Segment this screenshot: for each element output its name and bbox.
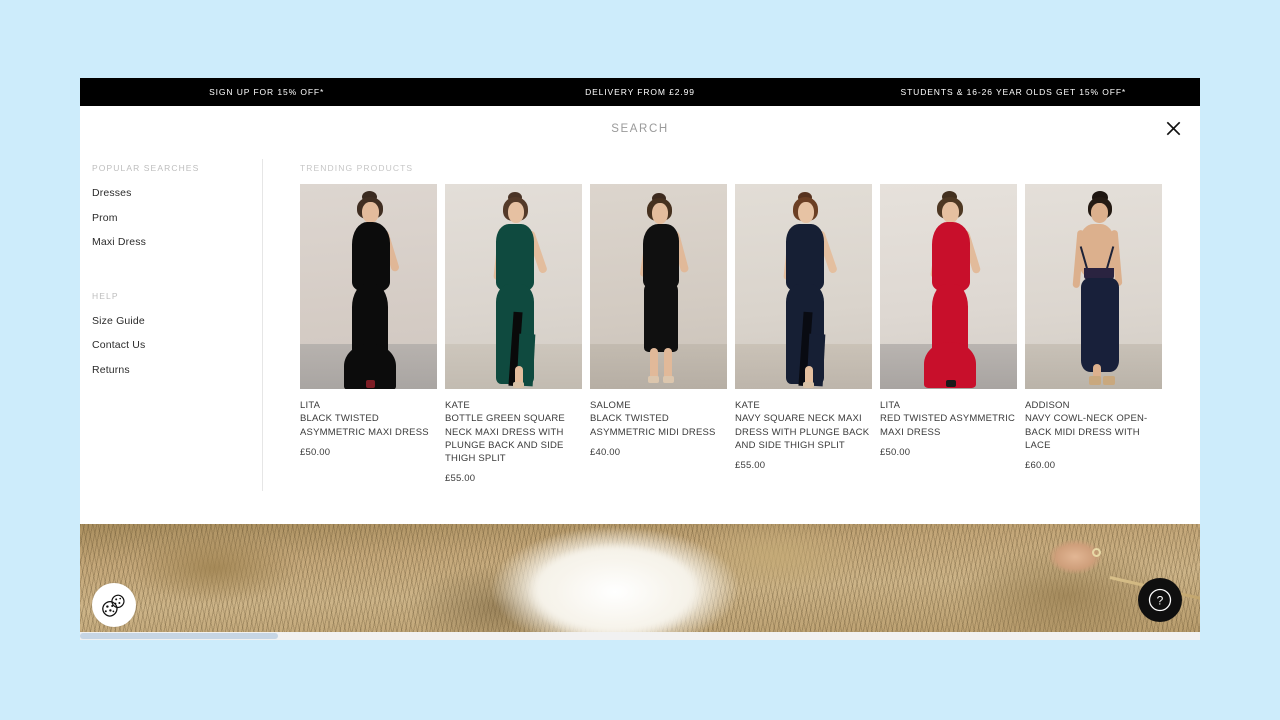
product-image[interactable]: [300, 184, 437, 389]
help-button[interactable]: ?: [1138, 578, 1182, 622]
product-brand: ADDISON: [1025, 400, 1070, 411]
product-card[interactable]: KATE NAVY SQUARE NECK MAXI DRESS WITH PL…: [735, 184, 872, 484]
close-search-button[interactable]: [1156, 112, 1190, 146]
product-price: £50.00: [300, 446, 331, 458]
promo-item-delivery[interactable]: DELIVERY FROM £2.99: [453, 87, 826, 97]
hero-ring: [1092, 548, 1101, 557]
sidebar-item-size-guide[interactable]: Size Guide: [92, 315, 262, 327]
product-image[interactable]: [590, 184, 727, 389]
horizontal-scrollbar-thumb[interactable]: [80, 633, 278, 639]
product-image[interactable]: [445, 184, 582, 389]
popular-searches-heading: POPULAR SEARCHES: [92, 163, 200, 173]
hero-hand: [1035, 532, 1115, 587]
help-heading: HELP: [92, 290, 119, 301]
sidebar-item-maxi-dress[interactable]: Maxi Dress: [92, 236, 262, 248]
question-mark-icon: ?: [1148, 588, 1172, 612]
search-overlay-panel: POPULAR SEARCHES Dresses Prom Maxi Dress…: [80, 151, 1200, 524]
product-brand: SALOME: [590, 400, 631, 411]
product-price: £60.00: [1025, 460, 1056, 472]
product-card[interactable]: LITA RED TWISTED ASYMMETRIC MAXI DRESS £…: [880, 184, 1017, 484]
svg-text:?: ?: [1157, 594, 1164, 608]
product-card[interactable]: SALOME BLACK TWISTED ASYMMETRIC MIDI DRE…: [590, 184, 727, 484]
hero-video[interactable]: [80, 524, 1200, 634]
product-title: RED TWISTED ASYMMETRIC MAXI DRESS: [880, 413, 1016, 438]
product-title: BLACK TWISTED ASYMMETRIC MIDI DRESS: [590, 413, 716, 438]
horizontal-scrollbar-track[interactable]: [80, 632, 1200, 640]
product-card[interactable]: ADDISON NAVY COWL-NECK OPEN-BACK MIDI DR…: [1025, 184, 1162, 484]
product-title: BOTTLE GREEN SQUARE NECK MAXI DRESS WITH…: [445, 413, 565, 465]
product-image[interactable]: [735, 184, 872, 389]
product-price: £55.00: [735, 460, 766, 472]
close-icon: [1166, 121, 1180, 136]
product-card[interactable]: KATE BOTTLE GREEN SQUARE NECK MAXI DRESS…: [445, 184, 582, 484]
product-brand: LITA: [880, 400, 901, 411]
product-price: £40.00: [590, 446, 621, 458]
search-input[interactable]: [430, 122, 850, 135]
promo-banner: SIGN UP FOR 15% OFF* DELIVERY FROM £2.99…: [80, 78, 1200, 106]
product-card[interactable]: LITA BLACK TWISTED ASYMMETRIC MAXI DRESS…: [300, 184, 437, 484]
cookie-settings-button[interactable]: [92, 583, 136, 627]
trending-products-heading: TRENDING PRODUCTS: [300, 163, 414, 173]
product-price: £50.00: [880, 446, 911, 458]
sidebar-item-returns[interactable]: Returns: [92, 364, 262, 376]
search-header: [80, 106, 1200, 151]
product-image[interactable]: [1025, 184, 1162, 389]
product-title: NAVY SQUARE NECK MAXI DRESS WITH PLUNGE …: [735, 413, 870, 451]
sidebar-item-dresses[interactable]: Dresses: [92, 187, 262, 199]
product-brand: KATE: [735, 400, 760, 411]
cookie-icon: [102, 594, 125, 617]
product-title: BLACK TWISTED ASYMMETRIC MAXI DRESS: [300, 413, 429, 438]
product-price: £55.00: [445, 473, 476, 485]
promo-item-signup[interactable]: SIGN UP FOR 15% OFF*: [80, 87, 453, 97]
product-image[interactable]: [880, 184, 1017, 389]
sidebar-item-contact-us[interactable]: Contact Us: [92, 339, 262, 351]
search-sidebar: POPULAR SEARCHES Dresses Prom Maxi Dress…: [80, 159, 263, 491]
promo-item-students[interactable]: STUDENTS & 16-26 YEAR OLDS GET 15% OFF*: [827, 87, 1200, 97]
browser-viewport: SIGN UP FOR 15% OFF* DELIVERY FROM £2.99…: [80, 78, 1200, 640]
hero-dress-highlight: [510, 532, 720, 634]
sidebar-item-prom[interactable]: Prom: [92, 212, 262, 224]
product-brand: LITA: [300, 400, 321, 411]
product-brand: KATE: [445, 400, 470, 411]
product-title: NAVY COWL-NECK OPEN-BACK MIDI DRESS WITH…: [1025, 413, 1148, 451]
product-list: LITA BLACK TWISTED ASYMMETRIC MAXI DRESS…: [300, 184, 1200, 484]
trending-products-section: TRENDING PRODUCTS LITA BLACK TWISTED ASY…: [263, 159, 1200, 524]
